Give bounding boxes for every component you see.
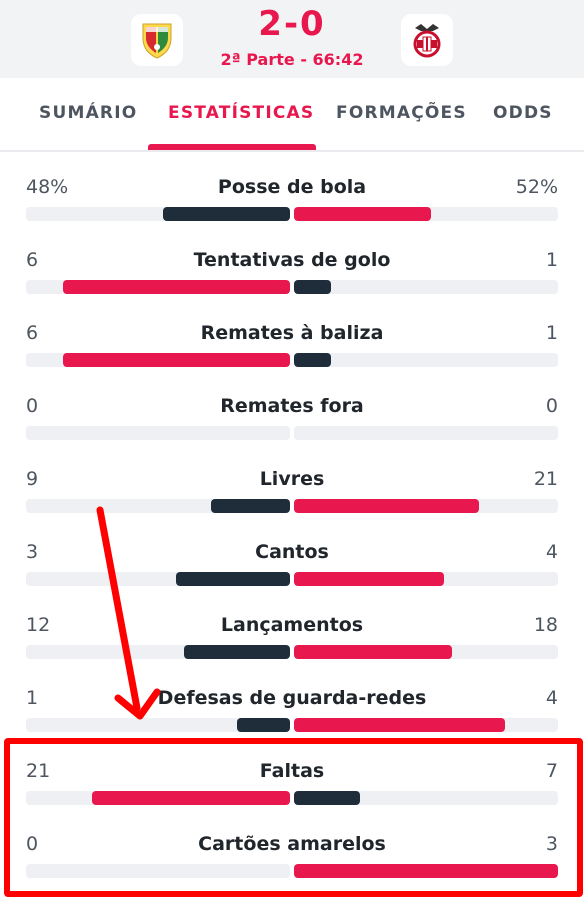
annotation-arrow-icon [96, 506, 161, 720]
